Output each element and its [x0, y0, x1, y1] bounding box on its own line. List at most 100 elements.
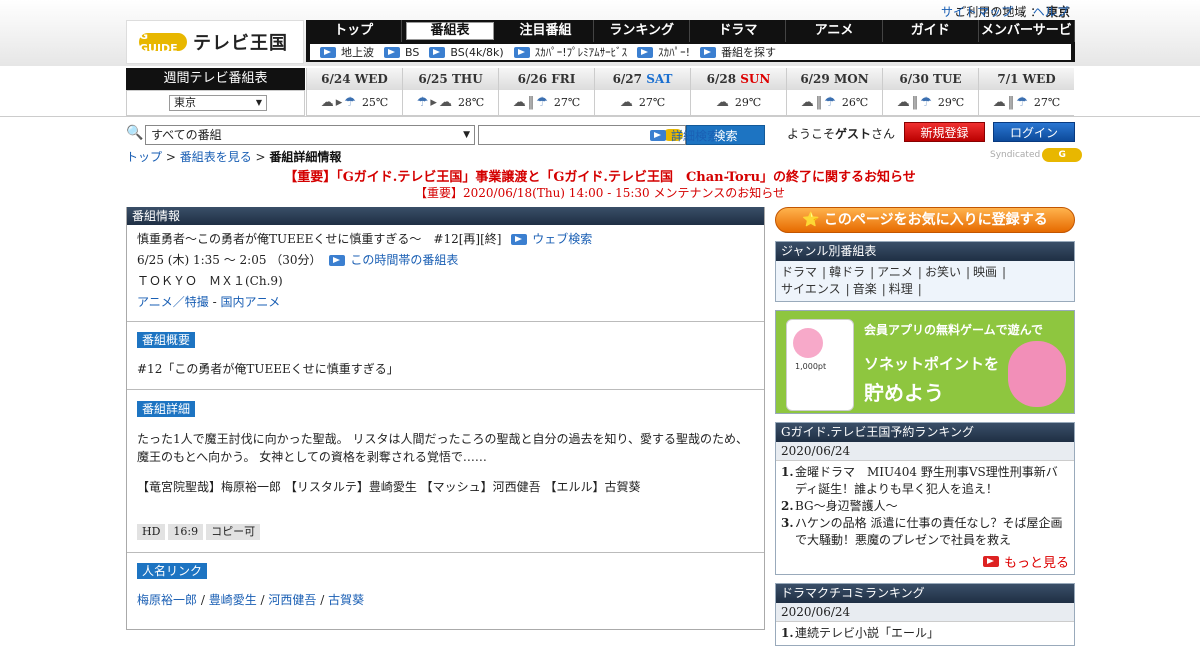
- sitemap-link[interactable]: サイトマップ: [941, 5, 1013, 19]
- nav-sub-link[interactable]: 地上波: [320, 44, 374, 60]
- nav-tab[interactable]: メンバーサービス: [979, 20, 1075, 60]
- person-link[interactable]: 河西健吾: [268, 593, 316, 607]
- nav-tab[interactable]: 番組表: [406, 22, 494, 40]
- day-weather: ☁ 27℃: [595, 90, 690, 116]
- genre-link[interactable]: 韓ドラ: [829, 265, 865, 279]
- nav-tab[interactable]: ドラマ: [690, 20, 787, 42]
- day-column[interactable]: 6/24 WED ☁ ▸ ☂ 25℃: [306, 68, 402, 116]
- genre-listing-title: ジャンル別番組表: [776, 242, 1074, 261]
- nav-tab[interactable]: 注目番組: [498, 20, 595, 42]
- day-of-week: TUE: [933, 72, 962, 86]
- add-favorite-label: このページをお気に入りに登録する: [823, 212, 1048, 228]
- genre-sep: |: [845, 282, 850, 296]
- breadcrumb-top[interactable]: トップ: [126, 150, 162, 164]
- ranking-number: 3.: [781, 516, 794, 530]
- day-of-week: MON: [833, 72, 869, 86]
- nav-sub-link[interactable]: BS(4k/8k): [429, 45, 504, 59]
- important-notice-1[interactable]: 【重要】「Gガイド.テレビ王国」事業譲渡と「Gガイド.テレビ王国 Chan-To…: [0, 166, 1200, 185]
- genre-link[interactable]: アニメ: [877, 265, 913, 279]
- arrow-icon: [700, 46, 717, 58]
- help-link[interactable]: ヘルプ: [1033, 5, 1069, 19]
- promo-banner[interactable]: 1,000pt 会員アプリの無料ゲームで遊んで ソネットポイントを 貯めよう: [775, 310, 1075, 414]
- day-column[interactable]: 6/30 TUE ☁ ‖ ☂ 29℃: [882, 68, 978, 116]
- add-favorite-button[interactable]: ⭐ このページをお気に入りに登録する: [775, 207, 1075, 233]
- day-column[interactable]: 6/25 THU ☂ ▸ ☁ 28℃: [402, 68, 498, 116]
- day-column[interactable]: 7/1 WED ☁ ‖ ☂ 27℃: [978, 68, 1074, 116]
- site-logo[interactable]: G GUIDE テレビ王国: [126, 20, 304, 64]
- day-header[interactable]: 6/24 WED: [307, 68, 402, 90]
- day-date: 6/27: [612, 72, 642, 86]
- ranking-item[interactable]: 1. 金曜ドラマ MIU404 野生刑事VS理性刑事新バディ誕生！誰よりも早く犯人…: [781, 464, 1069, 498]
- nav-tab[interactable]: ランキング: [594, 20, 691, 42]
- day-header[interactable]: 6/27 SAT: [595, 68, 690, 90]
- utility-links: サイトマップ - ヘルプ: [941, 3, 1069, 20]
- day-column[interactable]: 6/29 MON ☁ ‖ ☂ 26℃: [786, 68, 882, 116]
- more-link[interactable]: もっと見る: [776, 552, 1074, 574]
- nav-sub-link[interactable]: ｽｶﾊﾟｰ!ﾌﾟﾚﾐｱﾑｻｰﾋﾞｽ: [513, 44, 627, 60]
- nav-tab[interactable]: ガイド: [883, 20, 979, 42]
- day-date: 7/1: [997, 72, 1019, 86]
- web-search-label: ウェブ検索: [532, 232, 593, 246]
- transition-icon: ‖: [527, 95, 535, 110]
- day-column[interactable]: 6/26 FRI ☁ ‖ ☂ 27℃: [498, 68, 594, 116]
- web-search-link[interactable]: ウェブ検索: [511, 232, 592, 246]
- genre-link[interactable]: サイエンス: [781, 282, 841, 296]
- genre-link[interactable]: お笑い: [925, 265, 961, 279]
- day-date: 6/26: [517, 72, 548, 86]
- arrow-icon: [650, 130, 666, 141]
- genre-link[interactable]: 映画: [973, 265, 997, 279]
- genre-link[interactable]: 料理: [889, 282, 913, 296]
- day-column[interactable]: 6/28 SUN ☁ 29℃: [690, 68, 786, 116]
- advanced-search-link[interactable]: 詳細検索: [650, 127, 719, 144]
- ranking-item[interactable]: 2. BG～身辺警護人～: [781, 498, 1069, 515]
- person-link[interactable]: 古賀葵: [328, 593, 364, 607]
- program-summary-section: 番組概要 #12「この勇者が俺TUEEEくせに慎重すぎる」: [127, 322, 764, 390]
- welcome-name: ゲスト: [835, 127, 872, 141]
- genre-sep: |: [917, 265, 922, 279]
- nav-sub-link[interactable]: 番組を探す: [700, 44, 776, 60]
- nav-sub-label: BS(4k/8k): [450, 45, 504, 59]
- ranking-item-title: ハケンの品格 派遣に仕事の責任なし？そば屋企画で大騒動！悪魔のプレゼンで社員を救…: [795, 516, 1063, 547]
- day-header[interactable]: 7/1 WED: [979, 68, 1074, 90]
- welcome-suffix: さん: [871, 127, 896, 141]
- day-temperature: 27℃: [638, 96, 666, 109]
- more-label: もっと見る: [1003, 556, 1069, 571]
- day-header[interactable]: 6/30 TUE: [883, 68, 978, 90]
- area-select[interactable]: 東京: [169, 95, 267, 111]
- breadcrumb-listings[interactable]: 番組表を見る: [180, 150, 252, 164]
- genre-sep: |: [965, 265, 970, 279]
- program-tags: HD 16:9 コピー可: [137, 522, 754, 540]
- person-link[interactable]: 梅原裕一郎: [137, 593, 197, 607]
- arrow-icon: [511, 234, 528, 245]
- genre-link-anime[interactable]: アニメ／特撮: [137, 295, 209, 309]
- register-button[interactable]: 新規登録: [904, 122, 985, 142]
- day-column[interactable]: 6/27 SAT ☁ 27℃: [594, 68, 690, 116]
- nav-sub-link[interactable]: BS: [384, 46, 419, 59]
- ranking-item[interactable]: 1. 連続テレビ小説「エール」: [781, 625, 1069, 642]
- category-select[interactable]: すべての番組: [145, 125, 475, 145]
- nav-sub-link[interactable]: ｽｶﾊﾟｰ!: [637, 44, 690, 60]
- day-of-week: THU: [451, 72, 483, 86]
- genre-link[interactable]: 音楽: [853, 282, 877, 296]
- day-header[interactable]: 6/26 FRI: [499, 68, 594, 90]
- nav-tab[interactable]: アニメ: [786, 20, 883, 42]
- ranking-item[interactable]: 3. ハケンの品格 派遣に仕事の責任なし？そば屋企画で大騒動！悪魔のプレゼンで社員…: [781, 515, 1069, 549]
- timeslot-link[interactable]: この時間帯の番組表: [329, 253, 458, 267]
- day-header[interactable]: 6/28 SUN: [691, 68, 786, 90]
- login-button[interactable]: ログイン: [993, 122, 1075, 142]
- day-date: 6/29: [800, 72, 830, 86]
- cloud-icon: ☁: [896, 95, 910, 110]
- day-temperature: 27℃: [553, 96, 581, 109]
- weekly-listing-label[interactable]: 週間テレビ番組表: [126, 68, 305, 90]
- day-of-week: WED: [1022, 72, 1056, 86]
- day-header[interactable]: 6/29 MON: [787, 68, 882, 90]
- person-link[interactable]: 豊崎愛生: [209, 593, 257, 607]
- gguide-logo-mark: G GUIDE: [139, 29, 187, 55]
- genre-link-domestic-anime[interactable]: 国内アニメ: [220, 295, 280, 309]
- day-header[interactable]: 6/25 THU: [403, 68, 498, 90]
- genre-link[interactable]: ドラマ: [781, 265, 817, 279]
- advanced-search-label: 詳細検索: [671, 129, 720, 143]
- genre-links: ドラマ | 韓ドラ | アニメ | お笑い | 映画 | サイエンス | 音楽 | 料理 |: [776, 261, 1074, 301]
- nav-tab[interactable]: トップ: [306, 20, 403, 42]
- important-notice-2[interactable]: 【重要】2020/06/18(Thu) 14:00 - 15:30 メンテナンス…: [0, 184, 1200, 201]
